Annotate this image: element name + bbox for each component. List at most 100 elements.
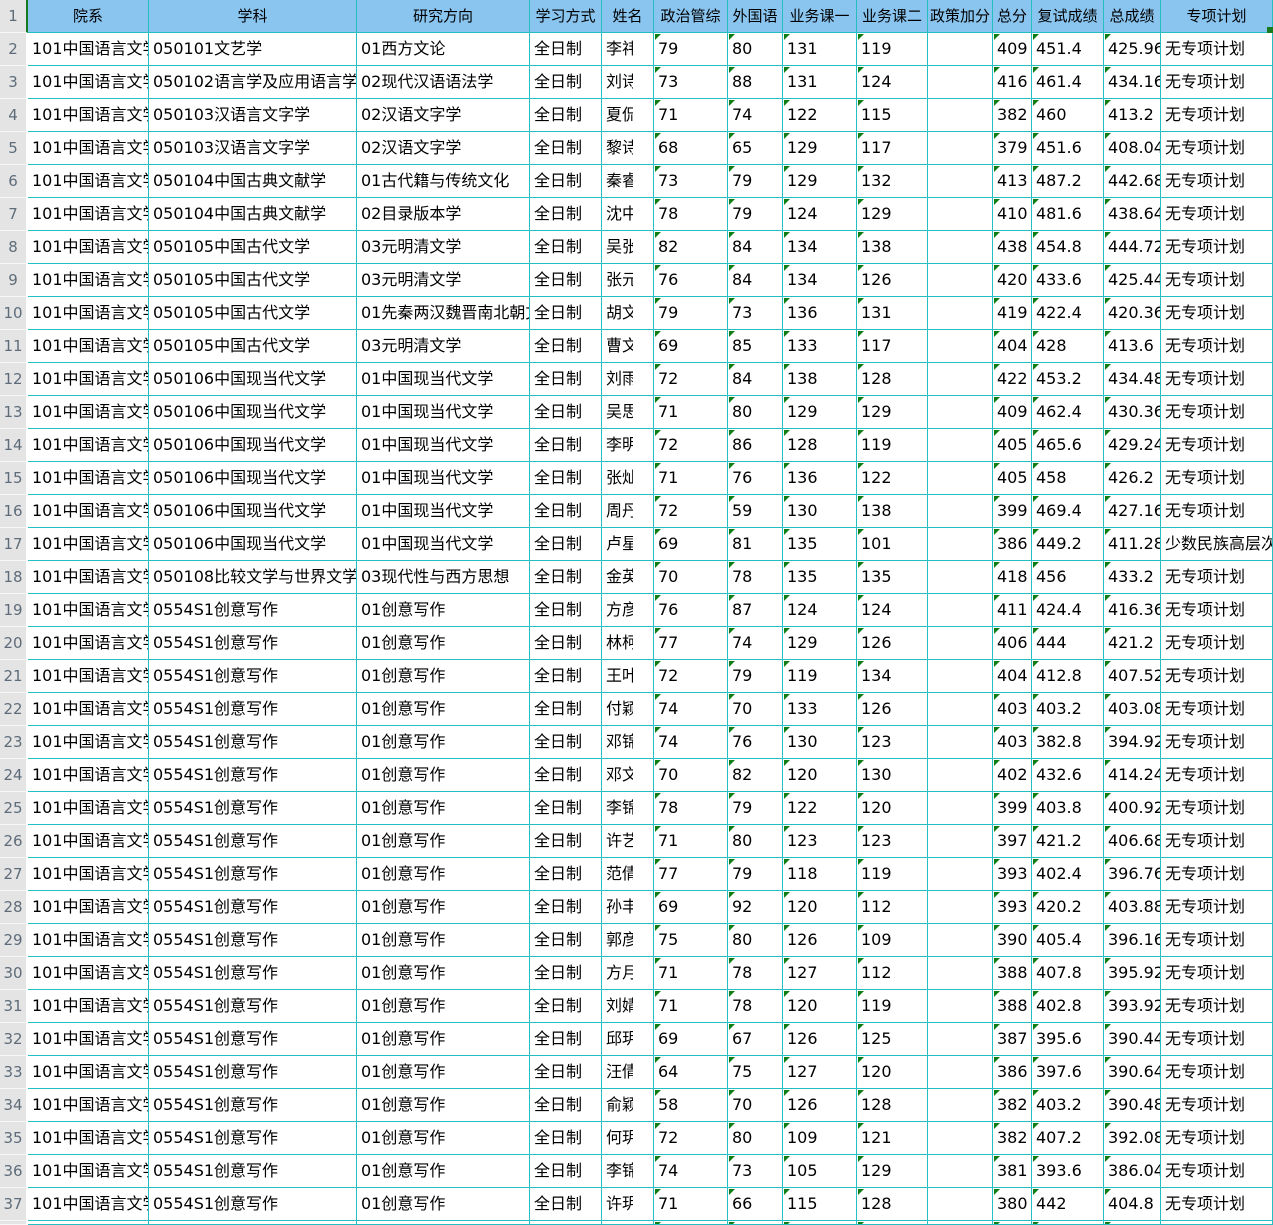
cell-mode[interactable]: 全日制 xyxy=(530,1089,602,1122)
cell-major[interactable]: 050106中国现当代文学 xyxy=(149,528,357,561)
cell-direction[interactable]: 01古代籍与传统文化 xyxy=(357,165,530,198)
cell-direction[interactable]: 03元明清文学 xyxy=(357,330,530,363)
cell-direction[interactable]: 01先秦两汉魏晋南北朝文学 xyxy=(357,297,530,330)
cell-course1-with-error-triangle-icon[interactable]: 120 xyxy=(783,759,857,792)
cell-total-with-error-triangle-icon[interactable]: 405 xyxy=(993,462,1032,495)
cell-retest_score-with-error-triangle-icon[interactable]: 420.2 xyxy=(1032,891,1104,924)
row-number[interactable]: 12 xyxy=(0,363,28,396)
cell-total-with-error-triangle-icon[interactable]: 402 xyxy=(993,759,1032,792)
cell-major[interactable]: 0554S1创意写作 xyxy=(149,957,357,990)
cell-retest_score-with-error-triangle-icon[interactable]: 453.2 xyxy=(1032,363,1104,396)
cell-total-with-error-triangle-icon[interactable]: 422 xyxy=(993,363,1032,396)
cell-name[interactable]: 范倩 xyxy=(602,858,654,891)
cell-total-with-error-triangle-icon[interactable]: 403 xyxy=(993,693,1032,726)
cell-major[interactable]: 050104中国古典文献学 xyxy=(149,198,357,231)
cell-major[interactable]: 050106中国现当代文学 xyxy=(149,429,357,462)
cell-course1-with-error-triangle-icon[interactable]: 129 xyxy=(783,396,857,429)
cell-retest_score-with-error-triangle-icon[interactable]: 403.2 xyxy=(1032,1089,1104,1122)
cell-course1-with-error-triangle-icon[interactable]: 127 xyxy=(783,1056,857,1089)
cell-course2-with-error-triangle-icon[interactable]: 129 xyxy=(857,198,928,231)
cell-foreign_lang-with-error-triangle-icon[interactable]: 78 xyxy=(728,990,783,1023)
cell-dept[interactable]: 101中国语言文学 xyxy=(28,198,149,231)
cell-dept[interactable]: 101中国语言文学 xyxy=(28,165,149,198)
cell-politics-with-error-triangle-icon[interactable]: 75 xyxy=(654,924,728,957)
cell-politics-with-error-triangle-icon[interactable]: 74 xyxy=(654,726,728,759)
cell-foreign_lang-with-error-triangle-icon[interactable]: 65 xyxy=(728,132,783,165)
cell-course1-with-error-triangle-icon[interactable]: 124 xyxy=(783,594,857,627)
cell-name[interactable]: 吴张 xyxy=(602,231,654,264)
cell-retest_score-with-error-triangle-icon[interactable]: 395.6 xyxy=(1032,1023,1104,1056)
cell-course2-with-error-triangle-icon[interactable]: 112 xyxy=(857,891,928,924)
cell-final_score-with-error-triangle-icon[interactable]: 406.68 xyxy=(1104,825,1161,858)
cell-politics-with-error-triangle-icon[interactable]: 71 xyxy=(654,1188,728,1221)
cell-major[interactable]: 0554S1创意写作 xyxy=(149,759,357,792)
cell-mode[interactable]: 全日制 xyxy=(530,759,602,792)
cell-course1-with-error-triangle-icon[interactable]: 123 xyxy=(783,825,857,858)
cell-dept[interactable]: 101中国语言文学 xyxy=(28,396,149,429)
cell-direction[interactable]: 01创意写作 xyxy=(357,693,530,726)
cell-politics-with-error-triangle-icon[interactable]: 72 xyxy=(654,429,728,462)
cell-politics-with-error-triangle-icon[interactable]: 64 xyxy=(654,1056,728,1089)
cell-foreign_lang-with-error-triangle-icon[interactable]: 75 xyxy=(728,1056,783,1089)
cell-special_plan[interactable]: 无专项计划 xyxy=(1161,99,1273,132)
cell-retest_score-with-error-triangle-icon[interactable]: 460 xyxy=(1032,99,1104,132)
cell-total-with-error-triangle-icon[interactable]: 409 xyxy=(993,33,1032,66)
cell-course1-with-error-triangle-icon[interactable]: 138 xyxy=(783,363,857,396)
cell-policy_bonus[interactable] xyxy=(928,330,993,363)
cell-policy_bonus[interactable] xyxy=(928,627,993,660)
cell-special_plan[interactable]: 无专项计划 xyxy=(1161,363,1273,396)
row-number[interactable]: 33 xyxy=(0,1056,28,1089)
cell-politics-with-error-triangle-icon[interactable]: 82 xyxy=(654,231,728,264)
cell-name[interactable]: 许玥 xyxy=(602,1188,654,1221)
cell-politics-with-error-triangle-icon[interactable]: 74 xyxy=(654,693,728,726)
cell-course1-with-error-triangle-icon[interactable]: 134 xyxy=(783,231,857,264)
cell-major[interactable]: 0554S1创意写作 xyxy=(149,627,357,660)
cell-foreign_lang-with-error-triangle-icon[interactable]: 82 xyxy=(728,759,783,792)
cell-total-with-error-triangle-icon[interactable]: 411 xyxy=(993,594,1032,627)
cell-foreign_lang-with-error-triangle-icon[interactable]: 67 xyxy=(728,1023,783,1056)
cell-policy_bonus[interactable] xyxy=(928,693,993,726)
cell-mode[interactable]: 全日制 xyxy=(530,990,602,1023)
cell-final_score-with-error-triangle-icon[interactable]: 392.08 xyxy=(1104,1122,1161,1155)
cell-course2-with-error-triangle-icon[interactable]: 119 xyxy=(857,429,928,462)
cell-mode[interactable]: 全日制 xyxy=(530,726,602,759)
cell-major[interactable]: 050105中国古代文学 xyxy=(149,330,357,363)
cell-mode[interactable]: 全日制 xyxy=(530,396,602,429)
cell-direction[interactable]: 02现代汉语语法学 xyxy=(357,66,530,99)
cell-policy_bonus[interactable] xyxy=(928,990,993,1023)
row-number[interactable]: 24 xyxy=(0,759,28,792)
cell-total-with-error-triangle-icon[interactable]: 379 xyxy=(993,132,1032,165)
cell-retest_score-with-error-triangle-icon[interactable]: 421.2 xyxy=(1032,825,1104,858)
cell-dept[interactable]: 101中国语言文学 xyxy=(28,66,149,99)
cell-direction[interactable]: 01创意写作 xyxy=(357,957,530,990)
cell-total-with-error-triangle-icon[interactable]: 419 xyxy=(993,297,1032,330)
cell-foreign_lang-with-error-triangle-icon[interactable]: 80 xyxy=(728,924,783,957)
cell-course2-with-error-triangle-icon[interactable]: 129 xyxy=(857,396,928,429)
cell-name[interactable]: 卢星 xyxy=(602,528,654,561)
row-number[interactable]: 34 xyxy=(0,1089,28,1122)
cell-politics-with-error-triangle-icon[interactable]: 70 xyxy=(654,759,728,792)
cell-name[interactable]: 周丹 xyxy=(602,495,654,528)
cell-retest_score-with-error-triangle-icon[interactable]: 407.2 xyxy=(1032,1122,1104,1155)
row-number[interactable]: 13 xyxy=(0,396,28,429)
cell-major[interactable]: 050106中国现当代文学 xyxy=(149,462,357,495)
cell-course1-with-error-triangle-icon[interactable]: 124 xyxy=(783,198,857,231)
cell-direction[interactable]: 01创意写作 xyxy=(357,1188,530,1221)
cell-direction[interactable]: 01创意写作 xyxy=(357,825,530,858)
cell-special_plan[interactable]: 无专项计划 xyxy=(1161,297,1273,330)
cell-final_score-with-error-triangle-icon[interactable]: 400.92 xyxy=(1104,792,1161,825)
cell-policy_bonus[interactable] xyxy=(928,165,993,198)
cell-course1-with-error-triangle-icon[interactable]: 133 xyxy=(783,693,857,726)
cell-foreign_lang-with-error-triangle-icon[interactable]: 70 xyxy=(728,1089,783,1122)
cell-total-with-error-triangle-icon[interactable]: 410 xyxy=(993,198,1032,231)
cell-special_plan[interactable]: 无专项计划 xyxy=(1161,231,1273,264)
cell-politics-with-error-triangle-icon[interactable]: 72 xyxy=(654,363,728,396)
cell-total-with-error-triangle-icon[interactable]: 420 xyxy=(993,264,1032,297)
cell-final_score-with-error-triangle-icon[interactable]: 438.64 xyxy=(1104,198,1161,231)
cell-clipped[interactable] xyxy=(857,1221,928,1225)
cell-dept[interactable]: 101中国语言文学 xyxy=(28,594,149,627)
row-number[interactable]: 9 xyxy=(0,264,28,297)
cell-mode[interactable]: 全日制 xyxy=(530,660,602,693)
header-name[interactable]: 姓名 xyxy=(602,0,654,33)
cell-total-with-error-triangle-icon[interactable]: 388 xyxy=(993,957,1032,990)
